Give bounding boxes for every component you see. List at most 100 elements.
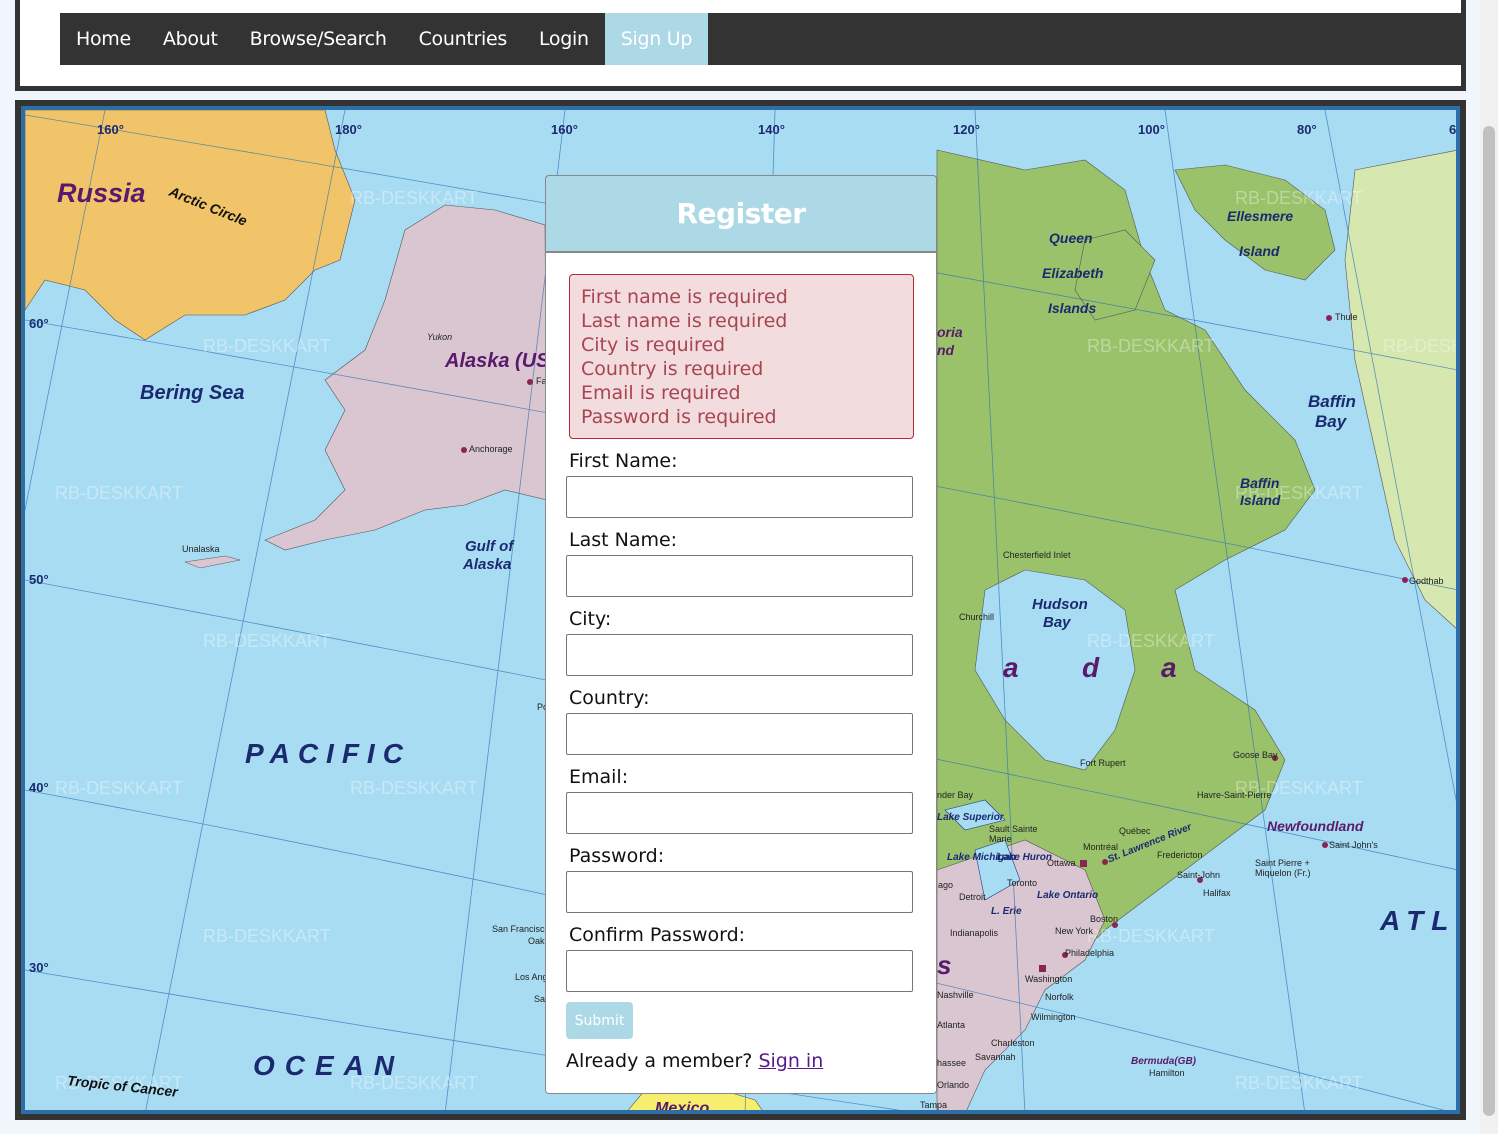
country-input[interactable] [566, 713, 913, 755]
map-label-chicago: ago [938, 880, 954, 890]
nav-about[interactable]: About [147, 13, 234, 65]
watermark: RB-DESKKART [203, 631, 331, 651]
header: Home About Browse/Search Countries Login… [15, 0, 1466, 91]
country-label: Country: [569, 687, 650, 709]
map-label-ellesmere: Island [1239, 243, 1280, 259]
email-input[interactable] [566, 792, 913, 834]
map-label-baffin-island: Island [1240, 492, 1281, 508]
map-label-baffin-bay: Baffin [1308, 392, 1356, 411]
map-label-thule: Thule [1335, 312, 1358, 322]
watermark: RB-DESKKART [55, 483, 183, 503]
map-label-philadelphia: Philadelphia [1065, 948, 1115, 958]
map-label-russia: Russia [57, 178, 146, 208]
nav-sign-up[interactable]: Sign Up [604, 13, 709, 65]
register-header: Register [545, 175, 937, 252]
map-label-halifax: Halifax [1203, 888, 1231, 898]
map-label-canada: a [1003, 652, 1019, 683]
map-label-gulf-of-alaska: Alaska [463, 556, 512, 573]
map-label-baffin-bay: Bay [1315, 412, 1347, 431]
error-alert: First name is required Last name is requ… [569, 274, 914, 439]
already-member-text: Already a member? [566, 1050, 753, 1072]
map-label-newfoundland: Newfoundland [1267, 818, 1364, 834]
map-label-mexico: Mexico [655, 1100, 710, 1110]
member-row: Already a member? Sign in [566, 1050, 823, 1072]
nav-countries[interactable]: Countries [403, 13, 523, 65]
map-label-indianapolis: Indianapolis [950, 928, 999, 938]
error-message: Last name is required [581, 310, 788, 332]
watermark: RB-DESKKART [1383, 336, 1456, 356]
map-label-new-york: New York [1055, 926, 1094, 936]
confirm-password-input[interactable] [566, 950, 913, 992]
latitude-label: 50° [29, 572, 49, 587]
last-name-input[interactable] [566, 555, 913, 597]
map-label-victoria: oria [937, 324, 963, 340]
longitude-label: 140° [758, 122, 785, 137]
sign-in-link[interactable]: Sign in [758, 1050, 823, 1072]
map-label-saint-john: Saint-John [1177, 870, 1221, 880]
longitude-label: 100° [1138, 122, 1165, 137]
map-label-unalaska: Unalaska [182, 544, 220, 554]
map-label-savannah: Savannah [975, 1052, 1016, 1062]
map-label-oak: Oak [528, 936, 545, 946]
confirm-password-label: Confirm Password: [569, 924, 746, 946]
map-label-hamilton: Hamilton [1149, 1068, 1185, 1078]
longitude-label: 160° [551, 122, 578, 137]
map-label-godthab: Godthab [1409, 576, 1444, 586]
register-title: Register [676, 197, 806, 230]
error-message: Password is required [581, 406, 777, 428]
map-label-thunder-bay: nder Bay [937, 790, 974, 800]
watermark: RB-DESKKART [350, 778, 478, 798]
map-label-bering-sea: Bering Sea [140, 382, 245, 404]
first-name-input[interactable] [566, 476, 913, 518]
error-message: Email is required [581, 382, 741, 404]
first-name-label: First Name: [569, 450, 678, 472]
latitude-label: 40° [29, 780, 49, 795]
map-label-lake-superior: Lake Superior [937, 812, 1004, 823]
map-label-hudson-bay: Hudson [1032, 596, 1088, 613]
error-message: Country is required [581, 358, 764, 380]
map-label-gulf-of-alaska: Gulf of [465, 538, 514, 555]
register-form: First name is required Last name is requ… [545, 252, 937, 1094]
map-label-fort-rupert: Fort Rupert [1080, 758, 1126, 768]
password-input[interactable] [566, 871, 913, 913]
watermark: RB-DESKKART [350, 188, 478, 208]
watermark: RB-DESKKART [203, 926, 331, 946]
map-label-lake-ontario: Lake Ontario [1037, 890, 1099, 901]
map-label-montreal: Montréal [1083, 842, 1119, 852]
map-label-yukon: Yukon [427, 332, 453, 342]
map-label-wilmington: Wilmington [1031, 1012, 1076, 1022]
error-message: City is required [581, 334, 726, 356]
map-label-los-angeles: Los Ang [515, 972, 548, 982]
map-label-queen-elizabeth: Islands [1048, 300, 1097, 316]
map-label-tallahassee: hassee [937, 1058, 967, 1068]
map-label-ocean: OCEAN [253, 1050, 405, 1081]
longitude-label: 6 [1449, 122, 1456, 137]
map-label-tampa: Tampa [920, 1100, 948, 1110]
map-label-queen-elizabeth: Queen [1049, 230, 1093, 246]
submit-button[interactable]: Submit [566, 1002, 633, 1039]
map-label-pacific: PACIFIC [245, 738, 411, 769]
map-label-nashville: Nashville [937, 990, 974, 1000]
page-scrollbar[interactable] [1480, 0, 1498, 1134]
map-label-bermuda: Bermuda(GB) [1131, 1056, 1197, 1067]
latitude-label: 30° [29, 960, 49, 975]
map-label-san-francisco: San Francisco [492, 924, 550, 934]
map-label-alaska: Alaska (US) [445, 350, 557, 372]
map-label-canada: d [1082, 652, 1100, 683]
map-label-fredericton: Fredericton [1157, 850, 1203, 860]
scrollbar-thumb[interactable] [1483, 126, 1495, 1116]
longitude-label: 160° [97, 122, 124, 137]
nav-login[interactable]: Login [523, 13, 605, 65]
map-label-sa: Sa [534, 994, 546, 1004]
map-label-queen-elizabeth: Elizabeth [1042, 265, 1104, 281]
nav-browse-search[interactable]: Browse/Search [234, 13, 403, 65]
watermark: RB-DESKKART [203, 336, 331, 356]
map-label-chesterfield-inlet: Chesterfield Inlet [1003, 550, 1071, 560]
watermark: RB-DESKKART [1235, 188, 1363, 208]
nav-home[interactable]: Home [60, 13, 147, 65]
map-label-havre-saint-pierre: Havre-Saint-Pierre [1197, 790, 1272, 800]
navbar: Home About Browse/Search Countries Login… [60, 13, 1461, 65]
latitude-label: 60° [29, 316, 49, 331]
map-label-hudson-bay: Bay [1043, 614, 1071, 631]
city-input[interactable] [566, 634, 913, 676]
